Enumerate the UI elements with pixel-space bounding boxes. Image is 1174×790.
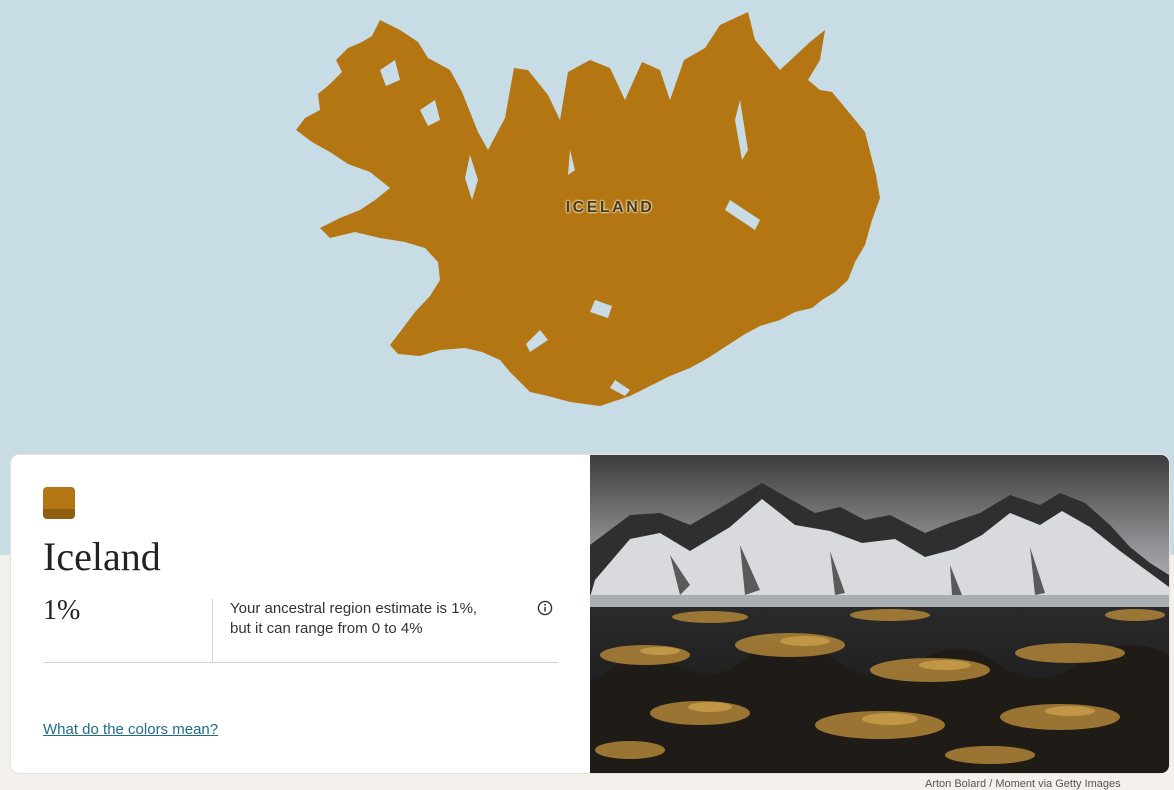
map-region-label: ICELAND xyxy=(565,199,655,216)
region-photo xyxy=(590,455,1169,773)
info-circle-icon[interactable] xyxy=(537,600,553,616)
region-title: Iceland xyxy=(43,534,161,579)
estimate-line-1: Your ancestral region estimate is 1%, xyxy=(230,600,478,617)
region-color-swatch xyxy=(43,487,75,519)
estimate-line-2: but it can range from 0 to 4% xyxy=(230,620,423,637)
region-detail-card: Iceland 1% Your ancestral region estimat… xyxy=(11,455,1169,773)
region-percentage: 1% xyxy=(43,595,81,626)
horizontal-divider xyxy=(43,662,558,663)
estimate-description: Your ancestral region estimate is 1%, bu… xyxy=(230,599,500,639)
colors-meaning-link[interactable]: What do the colors mean? xyxy=(43,721,218,738)
photo-credit: Arton Bolard / Moment via Getty Images xyxy=(925,778,1121,790)
vertical-divider xyxy=(212,599,213,662)
